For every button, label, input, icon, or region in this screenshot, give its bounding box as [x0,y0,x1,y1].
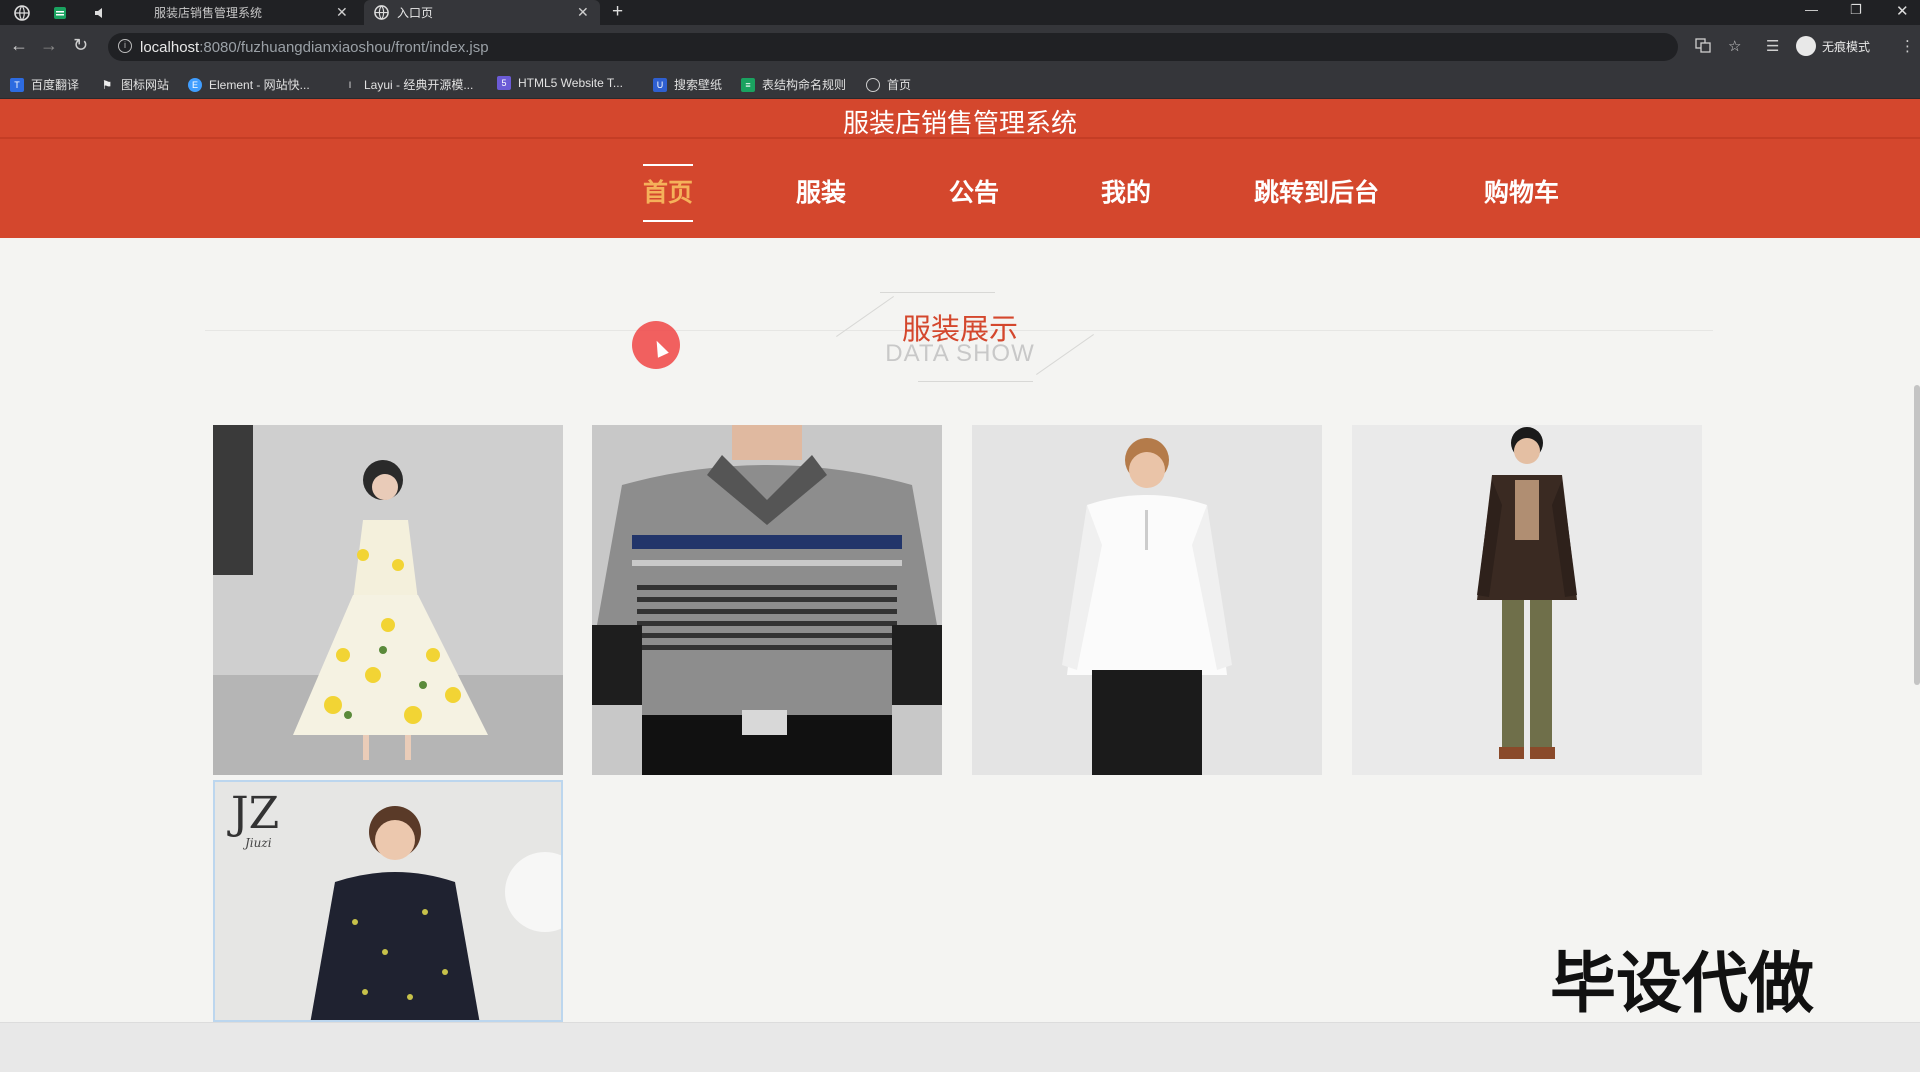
nav-clothing[interactable]: 服装 [796,164,846,222]
back-icon[interactable]: ← [10,35,28,56]
watermark-text: 毕设代做 [1550,945,1814,1022]
speaker-icon[interactable] [90,3,110,23]
bookmark-label: HTML5 Website T... [518,76,623,90]
bookmark-item[interactable]: ⚑ 图标网站 [100,76,169,93]
close-icon[interactable]: ✕ [336,4,348,21]
nav-mine[interactable]: 我的 [1101,164,1151,222]
bookmark-item[interactable]: l Layui - 经典开源模... [343,76,473,93]
page-scrollbar[interactable] [1914,385,1920,685]
nav-home[interactable]: 首页 [643,164,694,222]
bottom-status-bar [0,1022,1920,1072]
reload-icon[interactable]: ↻ [73,35,88,56]
menu-dots-icon[interactable]: ⋮ [1900,37,1915,55]
tab-title: 服装店销售管理系统 [154,6,263,20]
bookmark-item[interactable]: 首页 [866,76,911,93]
product-card[interactable] [1352,425,1702,775]
site-title: 服装店销售管理系统 [842,109,1077,139]
bookmark-label: 搜索壁纸 [674,78,723,92]
white-shirt-photo [972,425,1322,775]
bookmark-label: Element - 网站快... [209,78,310,92]
decor-line [918,381,1033,382]
forward-icon[interactable]: → [40,35,58,56]
floral-dress-photo [213,425,563,775]
bookmark-item[interactable]: U 搜索壁纸 [653,76,722,93]
incognito-profile[interactable]: 无痕模式 [1796,36,1870,56]
bookmark-label: 表结构命名规则 [762,78,847,92]
decor-line [880,292,995,293]
bookmark-item[interactable]: ≡ 表结构命名规则 [741,76,846,93]
html5-icon: 5 [497,76,511,90]
striped-polo-photo [592,425,942,775]
new-tab-button[interactable]: + [612,1,623,23]
bookmarks-bar: T 百度翻译 ⚑ 图标网站 E Element - 网站快... l Layui - 经… [0,69,1920,99]
translate-icon: T [10,77,24,92]
url-path: :8080/fuzhuangdianxiaoshou/front/index.j… [199,39,489,56]
bookmark-label: Layui - 经典开源模... [364,78,474,92]
close-icon[interactable]: ✕ [577,4,589,21]
tab-sales-system[interactable]: 服装店销售管理系统 ✕ [128,0,356,25]
restore-icon[interactable]: ❐ [1850,2,1862,18]
incognito-icon [1796,36,1816,56]
product-card[interactable] [213,425,563,775]
bookmark-item[interactable]: 5 HTML5 Website T... [497,76,623,90]
tab-entry-page[interactable]: 入口页 ✕ [364,0,600,25]
globe-icon [866,77,880,92]
product-card[interactable] [972,425,1322,775]
wallpaper-icon: U [653,77,667,92]
browser-tab-bar: 服装店销售管理系统 ✕ 入口页 ✕ + — ❐ ✕ [0,0,1920,25]
jz-logo: JZ [231,788,280,839]
nav-announcements[interactable]: 公告 [949,164,999,222]
globe-icon [374,5,389,20]
globe-icon[interactable] [12,3,32,23]
translate-icon[interactable] [1695,37,1711,57]
address-bar[interactable]: i localhost:8080/fuzhuangdianxiaoshou/fr… [108,33,1678,61]
product-card[interactable]: JZ Jiuzi [213,780,563,1022]
jz-logo-sub: Jiuzi [245,836,272,850]
close-window-icon[interactable]: ✕ [1896,2,1909,20]
bookmark-star-icon[interactable]: ☆ [1728,37,1741,55]
sheet-tab-icon[interactable] [50,3,70,23]
bookmark-item[interactable]: E Element - 网站快... [188,76,310,93]
nav-admin[interactable]: 跳转到后台 [1254,164,1379,222]
url-host: localhost [140,39,200,56]
bookmark-label: 首页 [887,78,912,92]
layui-icon: l [349,79,351,90]
bookmark-item[interactable]: T 百度翻译 [10,76,79,93]
minimize-icon[interactable]: — [1805,2,1818,17]
bookmark-label: 图标网站 [121,78,170,92]
dark-jacket-photo [1352,425,1702,775]
nav-cart[interactable]: 购物车 [1484,164,1559,222]
info-icon[interactable]: i [118,39,132,53]
bookmark-label: 百度翻译 [31,78,80,92]
element-icon: E [188,77,202,92]
tab-title: 入口页 [397,6,434,20]
header-divider [0,137,1920,139]
product-card[interactable] [592,425,942,775]
url-text[interactable]: localhost:8080/fuzhuangdianxiaoshou/fron… [140,39,489,56]
browser-toolbar: ← → ↻ i localhost:8080/fuzhuangdianxiaos… [0,25,1920,69]
sheet-icon: ≡ [741,77,755,92]
reading-list-icon[interactable]: ☰ [1766,37,1779,55]
profile-label: 无痕模式 [1822,39,1871,54]
section-subtitle: DATA SHOW [885,340,1035,367]
flag-icon: ⚑ [101,77,113,92]
